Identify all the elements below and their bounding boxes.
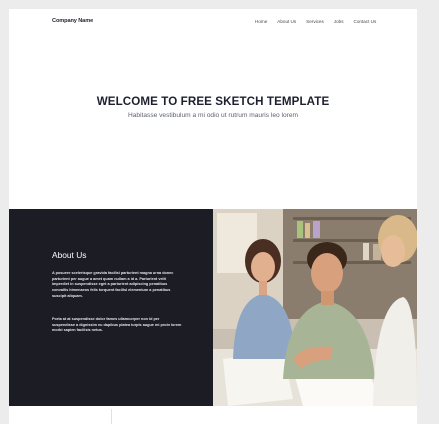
nav-menu: Home About Us Services Jobs Contact Us xyxy=(255,19,386,24)
brand-logo[interactable]: Company Name xyxy=(52,18,93,24)
team-photo-illustration xyxy=(213,209,417,406)
about-title: About Us xyxy=(52,250,87,260)
bottom-section xyxy=(9,406,417,424)
divider xyxy=(111,409,112,424)
about-section: About Us A posuere scelerisque gravida f… xyxy=(9,209,417,406)
landing-page: Company Name Home About Us Services Jobs… xyxy=(9,9,417,424)
hero-subtitle: Habitasse vestibulum a mi odio ut rutrum… xyxy=(127,112,299,119)
navbar: Company Name Home About Us Services Jobs… xyxy=(9,9,417,37)
team-photo xyxy=(213,209,417,406)
nav-link-contact-us[interactable]: Contact Us xyxy=(354,19,377,24)
nav-link-jobs[interactable]: Jobs xyxy=(334,19,344,24)
hero-title: WELCOME TO FREE SKETCH TEMPLATE xyxy=(96,95,330,108)
about-panel: About Us A posuere scelerisque gravida f… xyxy=(9,209,213,406)
about-paragraph-2: Porta at at suspendisse dolor fames ulla… xyxy=(52,317,182,333)
about-paragraph-1: A posuere scelerisque gravida facilisi p… xyxy=(52,271,174,298)
nav-link-home[interactable]: Home xyxy=(255,19,267,24)
nav-link-services[interactable]: Services xyxy=(306,19,324,24)
nav-link-about-us[interactable]: About Us xyxy=(277,19,296,24)
